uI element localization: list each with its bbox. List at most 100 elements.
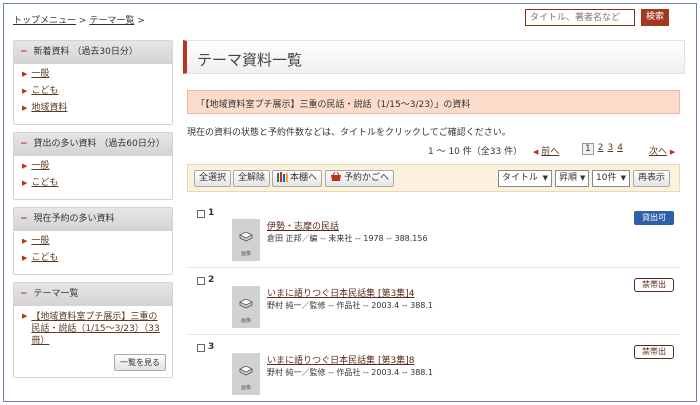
record-number: 3 [208, 342, 215, 352]
top-bar: トップメニュー > テーマ一覧 > 検索 [4, 4, 696, 34]
page-2[interactable]: 2 [598, 143, 604, 155]
record-checkbox[interactable] [197, 210, 205, 218]
record-title-link[interactable]: 伊勢・志摩の民話 [267, 219, 339, 232]
chevron-down-icon: ▼ [542, 174, 548, 182]
deselect-all-button[interactable]: 全解除 [233, 170, 271, 187]
result-toolbar: 全選択 全解除 本棚へ 予約かごへ タイトル ▼ 昇順 ▼ 10件 ▼ 再表示 [187, 164, 680, 192]
list-item: ▶ 一般 [22, 236, 166, 247]
sidebar: − 新着資料 （過去30日分） ▶ 一般 ▶ こども ▶ 地域資料 − 貸出の多い資料… [13, 40, 173, 385]
search-button[interactable]: 検索 [641, 9, 669, 26]
triangle-right-icon: ▶ [22, 312, 28, 320]
view-list-button[interactable]: 一覧を見る [114, 354, 166, 371]
page-title-bar: テーマ資料一覧 [183, 40, 685, 74]
thumb-label: 画像 [240, 318, 251, 324]
sort-order-value: 昇順 [559, 173, 578, 183]
breadcrumb-separator: > [78, 16, 87, 26]
book-icon [239, 299, 253, 309]
next-page-link[interactable]: 次へ ▶ [649, 144, 675, 157]
page-1[interactable]: 1 [582, 143, 594, 155]
result-count: 1 ～ 10 件（全33 件） [428, 147, 523, 157]
per-page-select[interactable]: 10件 ▼ [592, 170, 630, 187]
dash-icon: − [20, 214, 28, 224]
main-content: テーマ資料一覧 「【地域資料室プチ展示】三重の民話・説話（1/15～3/23）」… [183, 40, 685, 400]
sidebar-heading-label: テーマ一覧 [33, 289, 79, 299]
sort-field-select[interactable]: タイトル ▼ [498, 170, 552, 187]
page-4[interactable]: 4 [617, 143, 623, 155]
dash-icon: − [20, 289, 28, 299]
page-frame: トップメニュー > テーマ一覧 > 検索 − 新着資料 （過去30日分） ▶一般… [3, 3, 697, 402]
sidebar-link-new-general[interactable]: 一般 [31, 69, 49, 80]
triangle-right-icon: ▶ [22, 237, 28, 245]
record-meta: 野村 純一／監修 -- 作品社 -- 2003.4 -- 388.1 [267, 368, 434, 377]
record-title-link[interactable]: いまに語りつぐ日本民話集 [第3集]4 [267, 286, 414, 299]
sidebar-link-reserved-children[interactable]: こども [31, 253, 58, 264]
list-item: ▶ 一般 [22, 161, 166, 172]
sidebar-link-reserved-general[interactable]: 一般 [31, 236, 49, 247]
page-title: テーマ資料一覧 [197, 51, 303, 69]
sidebar-reserved-section: − 現在予約の多い資料 ▶ 一般 ▶ こども [13, 207, 173, 275]
sidebar-themes-heading: − テーマ一覧 [14, 283, 172, 306]
record-checkbox[interactable] [197, 277, 205, 285]
record-meta: 倉田 正邦／編 -- 未来社 -- 1978 -- 388.156 [267, 234, 428, 243]
sidebar-heading-label: 現在予約の多い資料 [33, 214, 115, 224]
sidebar-reserved-heading: − 現在予約の多い資料 [14, 208, 172, 231]
book-thumbnail: 画像 [232, 219, 260, 261]
triangle-right-icon: ▶ [22, 179, 28, 187]
book-thumbnail: 画像 [232, 353, 260, 395]
triangle-left-icon: ◀ [533, 148, 539, 156]
add-to-cart-button[interactable]: 予約かごへ [325, 170, 395, 188]
breadcrumb-theme-list[interactable]: テーマ一覧 [89, 16, 134, 26]
page-3[interactable]: 3 [607, 143, 613, 155]
sidebar-new-heading: − 新着資料 （過去30日分） [14, 41, 172, 64]
thumb-label: 画像 [240, 251, 251, 257]
redisplay-button[interactable]: 再表示 [633, 170, 671, 187]
add-to-shelf-button[interactable]: 本棚へ [272, 170, 323, 188]
breadcrumb-top-menu[interactable]: トップメニュー [13, 16, 76, 26]
theme-label-box: 「【地域資料室プチ展示】三重の民話・説話（1/15～3/23）」の資料 [187, 90, 680, 114]
table-row: 1 画像 伊勢・志摩の民話 倉田 正邦／編 -- 未来社 -- 1978 -- … [187, 202, 680, 268]
sidebar-link-loans-general[interactable]: 一般 [31, 161, 49, 172]
record-title-link[interactable]: いまに語りつぐ日本民話集 [第3集]8 [267, 353, 414, 366]
dash-icon: − [20, 47, 28, 57]
thumb-label: 画像 [240, 385, 251, 391]
list-item: ▶ 一般 [22, 69, 166, 80]
sidebar-link-new-local[interactable]: 地域資料 [31, 103, 67, 114]
search-input[interactable] [525, 9, 635, 26]
next-label[interactable]: 次へ [649, 147, 667, 157]
breadcrumb: トップメニュー > テーマ一覧 > [13, 13, 145, 26]
theme-label: 「【地域資料室プチ展示】三重の民話・説話（1/15～3/23）」の資料 [196, 100, 471, 110]
breadcrumb-separator: > [137, 16, 145, 26]
book-icon [239, 366, 253, 376]
status-badge: 禁帯出 [634, 278, 674, 292]
triangle-right-icon: ▶ [22, 87, 28, 95]
prev-page-link[interactable]: ◀ 前へ [533, 144, 559, 157]
select-all-button[interactable]: 全選択 [194, 170, 232, 187]
prev-label[interactable]: 前へ [541, 147, 559, 157]
dash-icon: − [20, 139, 28, 149]
sidebar-link-new-children[interactable]: こども [31, 86, 58, 97]
chevron-down-icon: ▼ [620, 174, 626, 182]
record-checkbox[interactable] [197, 344, 205, 352]
table-row: 3 画像 いまに語りつぐ日本民話集 [第3集]8 野村 純一／監修 -- 作品社… [187, 336, 680, 401]
bookshelf-icon [277, 172, 288, 188]
sort-field-value: タイトル [502, 173, 539, 183]
pagination: 1 2 3 4 [582, 143, 623, 155]
sidebar-loans-section: − 貸出の多い資料 （過去60日分） ▶ 一般 ▶ こども [13, 132, 173, 200]
cart-button-label: 予約かごへ [344, 173, 390, 183]
description: 現在の資料の状態と予約件数などは、タイトルをクリックしてご確認ください。 [187, 128, 511, 138]
sidebar-loans-heading: − 貸出の多い資料 （過去60日分） [14, 133, 172, 156]
triangle-right-icon: ▶ [22, 70, 28, 78]
record-number: 2 [208, 275, 215, 285]
list-item: ▶ こども [22, 253, 166, 264]
sidebar-link-loans-children[interactable]: こども [31, 178, 58, 189]
basket-icon [330, 171, 342, 188]
list-item: ▶ 地域資料 [22, 103, 166, 114]
sidebar-heading-label: 貸出の多い資料 （過去60日分） [33, 139, 165, 149]
book-thumbnail: 画像 [232, 286, 260, 328]
sidebar-themes-section: − テーマ一覧 ▶ 【地域資料室プチ展示】三重の民話・説話（1/15～3/23）（… [13, 282, 173, 378]
status-badge: 貸出可 [634, 211, 674, 225]
sidebar-new-section: − 新着資料 （過去30日分） ▶ 一般 ▶ こども ▶ 地域資料 [13, 40, 173, 125]
sidebar-link-theme[interactable]: 【地域資料室プチ展示】三重の民話・説話（1/15～3/23）（33 冊） [31, 311, 166, 347]
sort-order-select[interactable]: 昇順 ▼ [555, 170, 589, 187]
sidebar-heading-label: 新着資料 （過去30日分） [33, 47, 138, 57]
